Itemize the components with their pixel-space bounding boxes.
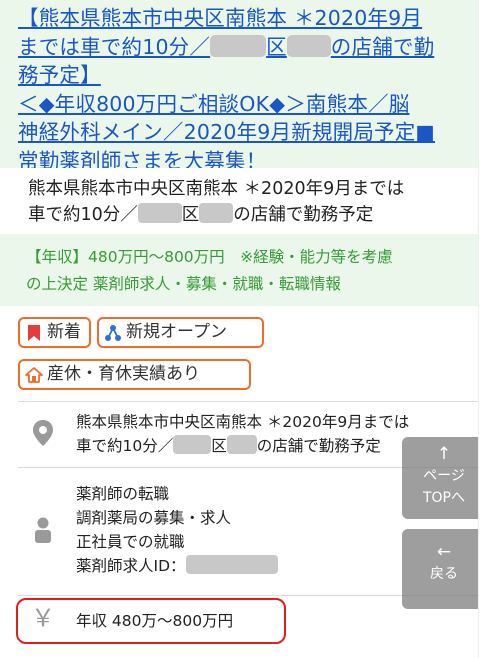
network-nodes-icon xyxy=(103,322,123,344)
title-line-2a: までは車で約10分／ xyxy=(18,34,211,59)
back-label: 戻る xyxy=(430,566,458,582)
badge-maternity-label: 産休・育休実績あり xyxy=(47,364,200,384)
job-line-2: 調剤薬局の募集・求人 xyxy=(76,509,232,527)
redacted-mask xyxy=(185,555,278,574)
badge-new: 新着 xyxy=(18,317,91,348)
job-line-3: 正社員での就職 xyxy=(76,533,185,551)
redacted-mask xyxy=(173,435,212,454)
redacted-mask xyxy=(286,34,331,57)
redacted-mask xyxy=(137,203,182,223)
page-top-button[interactable]: ↑ ページ TOPへ xyxy=(402,437,486,519)
title-line-1: 【熊本県熊本市中央区南熊本 ＊2020年9月 xyxy=(18,6,423,30)
arrow-up-icon: ↑ xyxy=(436,444,452,464)
location-line-2b: 区 xyxy=(211,437,227,455)
title-line-2b: 区 xyxy=(266,34,287,59)
subtitle-line-2b: 区 xyxy=(181,205,200,225)
redacted-mask xyxy=(210,34,267,57)
location-line-2a: 車で約10分／ xyxy=(76,437,174,455)
badge-new-open: 新規オープン xyxy=(97,317,264,348)
subtitle-line-2c: の店舗で勤務予定 xyxy=(233,205,374,225)
job-listing-card: 【熊本県熊本市中央区南熊本 ＊2020年9月 までは車で約10分／区の店舗で勤 … xyxy=(0,0,493,658)
page-top-label-1: ページ xyxy=(423,468,465,484)
scrollbar-rail[interactable] xyxy=(478,0,493,658)
back-button[interactable]: ← 戻る xyxy=(402,529,486,609)
badge-new-label: 新着 xyxy=(47,322,81,342)
page-top-label-2: TOPへ xyxy=(422,490,465,506)
bookmark-flag-icon xyxy=(24,322,44,344)
salary-summary-line-2: の上決定 薬剤師求人・募集・就職・転職情報 xyxy=(26,275,341,293)
subtitle-line-2a: 車で約10分／ xyxy=(28,205,138,225)
job-line-1: 薬剤師の転職 xyxy=(76,485,170,503)
salary-summary: 【年収】480万円～800万円 ※経験・能力等を考慮 の上決定 薬剤師求人・募集… xyxy=(0,234,478,306)
location-line-1: 熊本県熊本市中央区南熊本 ＊2020年9月までは xyxy=(76,413,410,431)
map-pin-icon xyxy=(30,418,56,448)
redacted-mask xyxy=(199,203,234,223)
title-block: 【熊本県熊本市中央区南熊本 ＊2020年9月 までは車で約10分／区の店舗で勤 … xyxy=(0,0,478,173)
badge-maternity: 産休・育休実績あり xyxy=(18,359,251,390)
salary-summary-line-1: 【年収】480万円～800万円 ※経験・能力等を考慮 xyxy=(26,248,393,266)
title-line-2c: の店舗で勤 xyxy=(330,34,435,59)
title-line-5: 神経外科メイン／2020年9月新規開局予定■ xyxy=(18,120,435,145)
redacted-mask xyxy=(226,435,257,454)
house-icon xyxy=(24,364,44,386)
arrow-left-icon: ← xyxy=(436,542,452,562)
location-line-2c: の店舗で勤務予定 xyxy=(256,437,381,455)
job-title-link[interactable]: 【熊本県熊本市中央区南熊本 ＊2020年9月 までは車で約10分／区の店舗で勤 … xyxy=(18,4,468,176)
person-icon xyxy=(30,515,56,545)
title-line-4: ＜◆年収800万円ご相談OK◆＞南熊本／脳 xyxy=(18,91,410,116)
title-line-3: 務予定】 xyxy=(18,63,101,88)
job-id-label: 薬剤師求人ID： xyxy=(76,557,186,575)
location-subtitle: 熊本県熊本市中央区南熊本 ＊2020年9月までは 車で約10分／ 区 の店舗で勤務予… xyxy=(0,168,478,234)
badge-new-open-label: 新規オープン xyxy=(126,322,227,342)
salary-highlight-box xyxy=(16,598,286,644)
subtitle-line-1: 熊本県熊本市中央区南熊本 ＊2020年9月までは xyxy=(28,179,405,199)
